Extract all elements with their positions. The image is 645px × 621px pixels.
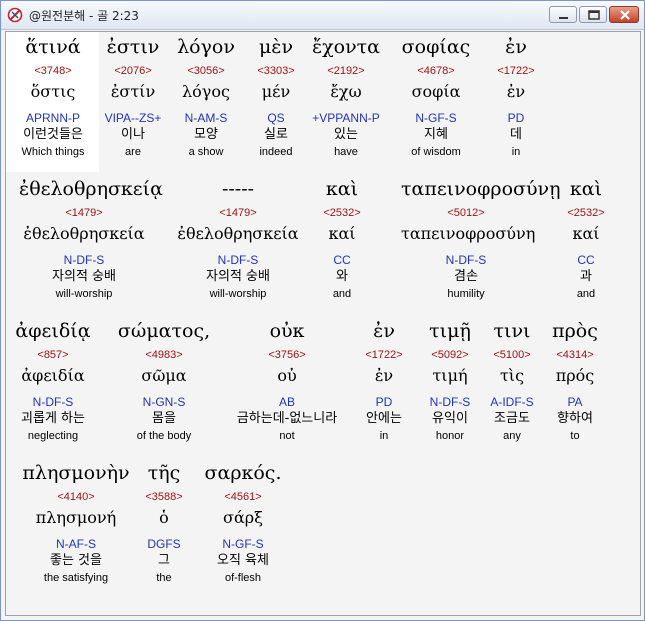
korean-gloss: 데 [510, 127, 522, 142]
parsing-code: CC [333, 253, 351, 267]
parsing-code: N-GF-S [222, 537, 264, 551]
korean-gloss: 겸손 [454, 269, 478, 284]
greek-word: σαρκός. [204, 462, 282, 484]
korean-gloss: 오직 육체 [217, 553, 269, 568]
word-cell[interactable]: ταπεινοφροσύνῃ <5012> ταπεινοφροσύνη N-DF-S… [401, 174, 561, 302]
korean-gloss: 자의적 숭배 [52, 269, 116, 284]
strong-number: <2532> [323, 207, 361, 219]
english-gloss: will-worship [55, 288, 113, 300]
word-cell[interactable]: σώματος, <4983> σῶμα N-GN-S 몸을 of the body [99, 316, 229, 444]
word-cell[interactable]: σαρκός. <4561> σάρξ N-GF-S 오직 육체 of-flesh [178, 458, 308, 586]
greek-word: σώματος, [117, 320, 211, 342]
strong-number: <2532> [567, 207, 605, 219]
english-gloss: to [570, 430, 580, 442]
lemma: ἐν [506, 82, 526, 101]
english-gloss: humility [447, 288, 485, 300]
english-gloss: of the body [136, 430, 192, 442]
title-bar[interactable]: @원전분해 - 골 2:23 [1, 1, 644, 30]
word-cell[interactable]: πρὸς <4314> πρός PA 향하여 to [510, 316, 640, 444]
maximize-button[interactable] [579, 6, 607, 23]
lemma: σάρξ [223, 508, 263, 527]
lemma: ἐθελοθρησκεία [23, 224, 145, 243]
strong-number: <4314> [556, 349, 594, 361]
parsing-code: N-GN-S [142, 395, 186, 409]
app-logo-icon [7, 7, 23, 23]
korean-gloss: 몸을 [152, 411, 176, 426]
english-gloss: and [332, 288, 352, 300]
strong-number: <1722> [497, 65, 535, 77]
word-cell[interactable]: καὶ <2532> καί CC 와 and [277, 174, 407, 302]
word-cell[interactable]: ἐν <1722> ἐν PD 데 in [451, 32, 581, 160]
window-title: @원전분해 - 골 2:23 [29, 9, 139, 23]
lemma: σῶμα [141, 366, 187, 385]
lemma: καί [572, 224, 600, 243]
minimize-button[interactable] [549, 6, 577, 23]
interlinear-content[interactable]: ἅτινά <3748> ὅστις APRNN-P 이런것들은 Which things… [5, 31, 641, 616]
greek-word: ταπεινοφροσύνῃ [401, 178, 561, 200]
word-cell[interactable]: καὶ <2532> καί CC 과 and [521, 174, 640, 302]
close-button[interactable] [609, 6, 639, 23]
greek-word: ἐθελοθρησκείᾳ [19, 178, 163, 200]
strong-number: <1479> [65, 207, 103, 219]
english-gloss: and [576, 288, 596, 300]
parsing-code: N-DF-S [445, 253, 487, 267]
lemma: καί [328, 224, 356, 243]
app-window: @원전분해 - 골 2:23 ἅτινά <3748> ὅστις APRNN-P 이런… [0, 0, 645, 621]
parsing-code: CC [577, 253, 595, 267]
lemma: ταπεινοφροσύνη [401, 224, 536, 243]
greek-word: καὶ [325, 178, 359, 200]
english-gloss: of-flesh [224, 572, 262, 584]
close-icon [620, 10, 630, 20]
strong-number: <4561> [224, 491, 262, 503]
greek-word: ἐν [505, 36, 527, 58]
word-cell[interactable]: ἐθελοθρησκείᾳ <1479> ἐθελοθρησκεία N-DF-S 자의… [19, 174, 163, 302]
greek-word: καὶ [569, 178, 603, 200]
english-gloss: in [511, 146, 521, 158]
korean-gloss: 와 [336, 269, 348, 284]
korean-gloss: 과 [580, 269, 592, 284]
minimize-icon [559, 17, 568, 19]
korean-gloss: 향하여 [557, 411, 593, 426]
strong-number: <4983> [145, 349, 183, 361]
greek-word: πρὸς [552, 320, 598, 342]
lemma: πρός [555, 366, 595, 385]
strong-number: <5012> [447, 207, 485, 219]
maximize-icon [588, 10, 600, 20]
parsing-code: PD [507, 111, 525, 125]
parsing-code: N-DF-S [63, 253, 105, 267]
parsing-code: PA [567, 395, 583, 409]
